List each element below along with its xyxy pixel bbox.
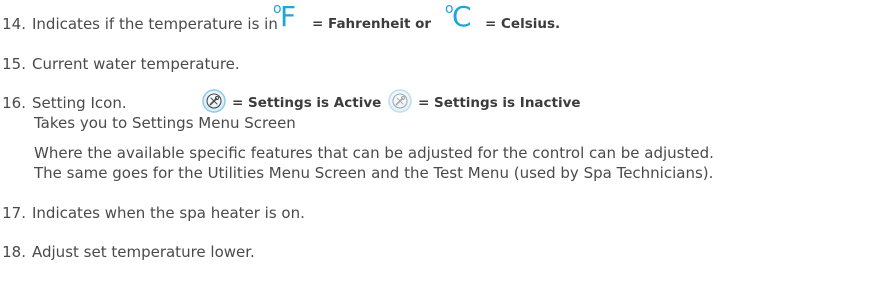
item-number: 18. [2,243,26,261]
fahrenheit-symbol: o F [273,2,303,36]
celsius-symbol: o C [445,2,479,36]
list-item-17: 17. Indicates when the spa heater is on. [0,204,305,222]
item-text: Current water temperature. [32,55,240,73]
item-16-line-3: Where the available specific features th… [34,144,714,162]
item-number: 17. [2,204,26,222]
item-text: Indicates if the temperature is in [32,15,278,33]
fahrenheit-letter: F [280,0,297,33]
settings-inactive-label: = Settings is Inactive [418,95,581,111]
settings-active-label: = Settings is Active [232,95,382,111]
settings-active-icon [202,89,226,113]
item-16-line-2: Takes you to Settings Menu Screen [34,114,296,132]
list-item-14: 14. Indicates if the temperature is in [0,15,278,33]
item-text: Adjust set temperature lower. [32,243,255,261]
settings-inactive-icon [388,89,412,113]
fahrenheit-label: = Fahrenheit or [312,16,432,32]
item-number: 16. [2,94,26,112]
item-16-line-4: The same goes for the Utilities Menu Scr… [34,164,714,182]
item-number: 14. [2,15,26,33]
list-item-16: 16. Setting Icon. [0,94,127,112]
celsius-label: = Celsius. [485,16,561,32]
list-item-15: 15. Current water temperature. [0,55,240,73]
item-text: Setting Icon. [32,94,127,112]
celsius-letter: C [452,0,472,33]
item-number: 15. [2,55,26,73]
list-item-18: 18. Adjust set temperature lower. [0,243,255,261]
item-text: Indicates when the spa heater is on. [32,204,305,222]
